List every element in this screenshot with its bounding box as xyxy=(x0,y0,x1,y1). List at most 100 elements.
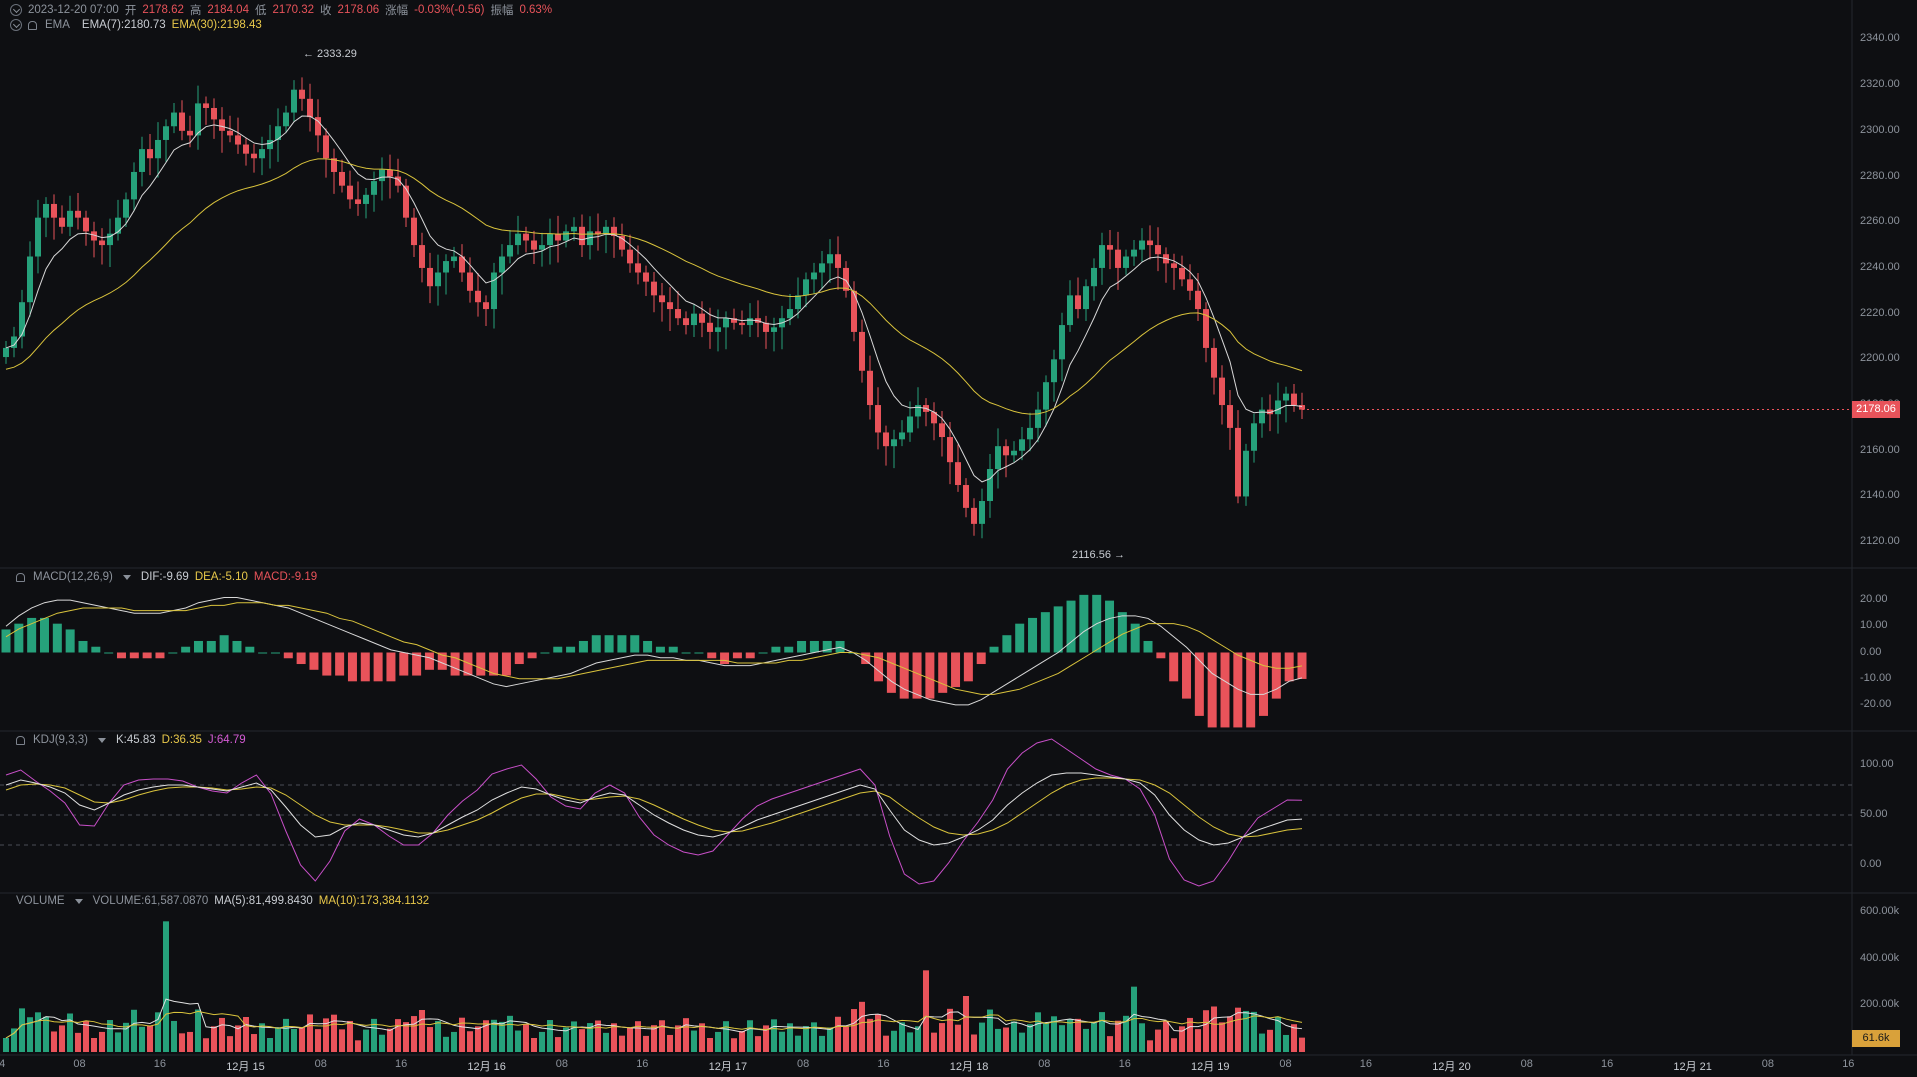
macd-axis-tick: 0.00 xyxy=(1860,645,1882,658)
candle-body xyxy=(371,181,377,195)
volume-bar xyxy=(667,1034,673,1052)
candle-body xyxy=(59,217,65,227)
candle-body xyxy=(43,203,49,218)
candle-body xyxy=(267,139,273,150)
candle-body xyxy=(867,370,873,406)
volume-bar xyxy=(851,1009,857,1052)
time-axis-tick: 12月 17 xyxy=(708,1061,748,1073)
chart-canvas[interactable] xyxy=(0,0,1917,1077)
high-value: 2184.04 xyxy=(207,4,249,16)
volume-bar xyxy=(755,1036,761,1052)
candle-body xyxy=(307,98,313,118)
volume-bar xyxy=(515,1030,521,1052)
current-volume-tag: 61.6k xyxy=(1852,1029,1900,1047)
macd-histogram-bar xyxy=(39,617,49,653)
candle-body xyxy=(899,432,905,440)
time-axis-tick: 16 xyxy=(1842,1058,1855,1070)
volume-bar xyxy=(147,1025,153,1052)
candle-body xyxy=(211,107,217,120)
kdj-indicator-name[interactable]: KDJ(9,3,3) xyxy=(33,734,88,746)
price-axis-tick: 2260.00 xyxy=(1860,215,1900,228)
macd-histogram-bar xyxy=(655,646,665,653)
volume-bar xyxy=(723,1021,729,1052)
price-axis-tick: 2320.00 xyxy=(1860,78,1900,91)
amplitude-value: 0.63% xyxy=(519,4,553,16)
macd-histogram-bar xyxy=(335,652,345,676)
candle-body xyxy=(571,226,577,232)
bell-icon[interactable] xyxy=(16,735,25,745)
candle-body xyxy=(539,245,545,250)
bar-datetime: 2023-12-20 07:00 xyxy=(28,4,119,16)
volume-bar xyxy=(627,1027,633,1052)
time-axis-tick: 12月 19 xyxy=(1191,1061,1230,1073)
candle-body xyxy=(1099,245,1105,268)
volume-bar xyxy=(939,1023,945,1052)
macd-histogram-bar xyxy=(745,652,755,659)
candle-body xyxy=(467,272,473,291)
candle-body xyxy=(979,501,985,524)
candle-body xyxy=(643,272,649,282)
candle-body xyxy=(1131,249,1137,257)
candle-body xyxy=(883,432,889,447)
kdj-d-line xyxy=(5,777,1303,838)
candle-body xyxy=(403,185,409,218)
macd-histogram-bar xyxy=(206,640,216,653)
volume-bar xyxy=(203,1038,209,1052)
candle-body xyxy=(163,126,169,140)
volume-header: VOLUME VOLUME:61,587.0870 MA(5):81,499.8… xyxy=(16,895,429,907)
candle-body xyxy=(811,272,817,280)
dropdown-caret-icon[interactable] xyxy=(74,898,83,904)
candle-body xyxy=(995,446,1001,470)
macd-histogram-bar xyxy=(142,652,152,659)
bell-icon[interactable] xyxy=(28,20,37,30)
candle-body xyxy=(891,439,897,447)
candle-body xyxy=(1171,263,1177,268)
candle-body xyxy=(1003,446,1009,456)
volume-bar xyxy=(1075,1018,1081,1052)
candle-body xyxy=(491,272,497,310)
ema7-value: EMA(7):2180.73 xyxy=(81,19,166,31)
collapse-chevron-icon[interactable] xyxy=(10,19,22,31)
volume-bar xyxy=(891,1030,897,1052)
macd-histogram-bar xyxy=(193,640,203,653)
candle-body xyxy=(1035,409,1041,428)
dropdown-caret-icon[interactable] xyxy=(122,574,131,580)
candle-body xyxy=(171,112,177,127)
volume-bar xyxy=(1283,1034,1289,1052)
volume-bar xyxy=(1235,1007,1241,1052)
kdj-axis-tick: 50.00 xyxy=(1860,808,1888,820)
macd-indicator-name[interactable]: MACD(12,26,9) xyxy=(33,571,113,583)
candle-body xyxy=(1251,423,1257,451)
volume-axis-tick: 600.00k xyxy=(1860,905,1900,917)
volume-bar xyxy=(467,1031,473,1052)
volume-bar xyxy=(643,1035,649,1052)
macd-histogram-bar xyxy=(104,652,114,654)
candle-body xyxy=(451,256,457,262)
candle-body xyxy=(947,437,953,463)
volume-bar xyxy=(1035,1012,1041,1052)
dropdown-caret-icon[interactable] xyxy=(97,737,106,743)
candle-body xyxy=(1291,393,1297,406)
candle-body xyxy=(1147,240,1153,246)
bell-icon[interactable] xyxy=(16,572,25,582)
candle-body xyxy=(771,327,777,332)
collapse-chevron-icon[interactable] xyxy=(10,4,22,16)
volume-bar xyxy=(699,1023,705,1052)
macd-histogram-bar xyxy=(784,646,794,653)
candle-body xyxy=(987,469,993,502)
volume-bar xyxy=(91,1038,97,1052)
macd-histogram-bar xyxy=(1028,617,1038,653)
macd-histogram-bar xyxy=(1117,612,1127,653)
ema-indicator-name[interactable]: EMA xyxy=(45,19,70,31)
macd-histogram-bar xyxy=(938,652,948,693)
volume-bar xyxy=(443,1036,449,1052)
macd-histogram-bar xyxy=(540,652,550,654)
macd-histogram-bar xyxy=(65,629,75,653)
macd-histogram-bar xyxy=(720,652,730,665)
candle-body xyxy=(123,199,129,218)
candle-body xyxy=(67,210,73,227)
volume-indicator-name[interactable]: VOLUME xyxy=(16,895,65,907)
candle-body xyxy=(251,153,257,159)
volume-bar xyxy=(827,1027,833,1052)
volume-bar xyxy=(1259,1033,1265,1052)
